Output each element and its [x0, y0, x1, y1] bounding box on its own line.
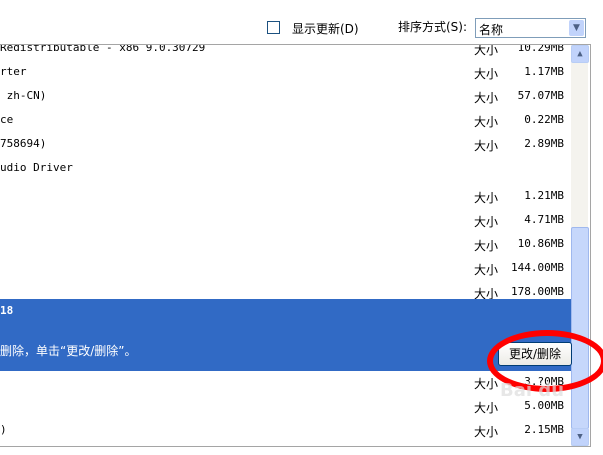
program-size: 4.71MB — [524, 213, 564, 226]
selected-program-row[interactable]: 18 删除，单击“更改/删除”。 — [0, 299, 572, 371]
program-row[interactable]: 大小 4.71MB — [0, 213, 572, 237]
program-size: 10.86MB — [517, 237, 564, 250]
program-size: 10.29MB — [517, 44, 564, 54]
program-row[interactable]: 大小 144.00MB — [0, 261, 572, 285]
program-size: 1.21MB — [524, 189, 564, 202]
chevron-down-icon[interactable]: ▼ — [569, 20, 584, 36]
baidu-watermark: Bai du — [500, 380, 565, 401]
size-label: 大小 — [474, 67, 499, 81]
selected-program-name: 18 — [0, 304, 14, 317]
program-row[interactable]: 758694) 大小 2.89MB — [0, 137, 572, 161]
size-label: 大小 — [474, 263, 499, 277]
size-label: 大小 — [474, 377, 499, 391]
program-size: 0.22MB — [524, 113, 564, 126]
program-row[interactable]: 大小 1.21MB — [0, 189, 572, 213]
size-label: 大小 — [474, 401, 499, 415]
program-row[interactable]: rter 大小 1.17MB — [0, 65, 572, 89]
size-label: 大小 — [474, 425, 499, 439]
program-row[interactable]: 大小 5.00MB — [0, 399, 572, 423]
program-name: udio Driver — [0, 161, 73, 174]
scroll-up-icon[interactable]: ▲ — [571, 45, 589, 63]
program-name: 758694) — [0, 137, 47, 150]
scroll-down-icon[interactable]: ▼ — [571, 428, 589, 446]
show-updates-checkbox[interactable] — [267, 21, 280, 34]
toolbar: 显示更新(D) 排序方式(S): 名称 ▼ — [0, 0, 603, 44]
program-row[interactable]: 大小 3.?0MB — [0, 375, 572, 399]
program-row[interactable]: zh-CN) 大小 57.07MB — [0, 89, 572, 113]
size-label: 大小 — [474, 215, 499, 229]
selected-program-description: 删除，单击“更改/删除”。 — [0, 344, 137, 358]
size-label: 大小 — [474, 44, 499, 57]
program-name: rter — [0, 65, 27, 78]
program-row[interactable]: Redistributable - x86 9.0.30729 大小 10.29MB — [0, 44, 572, 65]
size-label: 大小 — [474, 91, 499, 105]
program-row[interactable]: udio Driver — [0, 161, 572, 185]
change-remove-button[interactable]: 更改/删除 — [498, 342, 572, 366]
program-name: ) — [0, 423, 7, 436]
program-row[interactable]: ce 大小 0.22MB — [0, 113, 572, 137]
size-label: 大小 — [474, 115, 499, 129]
size-label: 大小 — [474, 191, 499, 205]
scrollbar-thumb[interactable] — [571, 227, 589, 429]
program-name: ce — [0, 113, 14, 126]
program-row[interactable]: ) 大小 2.15MB — [0, 423, 572, 446]
sort-value: 名称 — [479, 23, 504, 37]
sort-select[interactable]: 名称 ▼ — [475, 18, 586, 38]
program-size: 1.17MB — [524, 65, 564, 78]
sort-label: 排序方式(S): — [398, 20, 468, 34]
program-name: Redistributable - x86 9.0.30729 — [0, 44, 206, 54]
show-updates-label[interactable]: 显示更新(D) — [292, 20, 359, 37]
program-row[interactable]: 大小 10.86MB — [0, 237, 572, 261]
program-size: 144.00MB — [511, 261, 564, 274]
program-size: 57.07MB — [517, 89, 564, 102]
program-size: 178.00MB — [511, 285, 564, 298]
program-size: 2.15MB — [524, 423, 564, 436]
size-label: 大小 — [474, 239, 499, 253]
program-name: zh-CN) — [0, 89, 47, 102]
program-size: 2.89MB — [524, 137, 564, 150]
vertical-scrollbar[interactable]: ▲ ▼ — [571, 45, 589, 446]
size-label: 大小 — [474, 139, 499, 153]
